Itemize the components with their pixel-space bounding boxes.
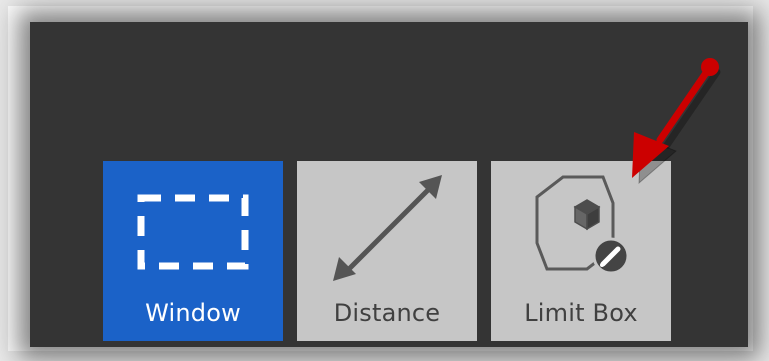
limit-box-button[interactable]: Limit Box <box>491 161 671 341</box>
distance-button-label: Distance <box>333 299 441 327</box>
window-button-label: Window <box>145 299 241 327</box>
limit-box-button-label: Limit Box <box>524 299 638 327</box>
limit-box-edit-icon <box>535 175 630 275</box>
dashed-rectangle-icon <box>137 194 249 270</box>
window-button[interactable]: Window <box>103 161 283 341</box>
distance-button[interactable]: Distance <box>297 161 477 341</box>
double-arrow-diagonal-icon <box>333 175 442 281</box>
